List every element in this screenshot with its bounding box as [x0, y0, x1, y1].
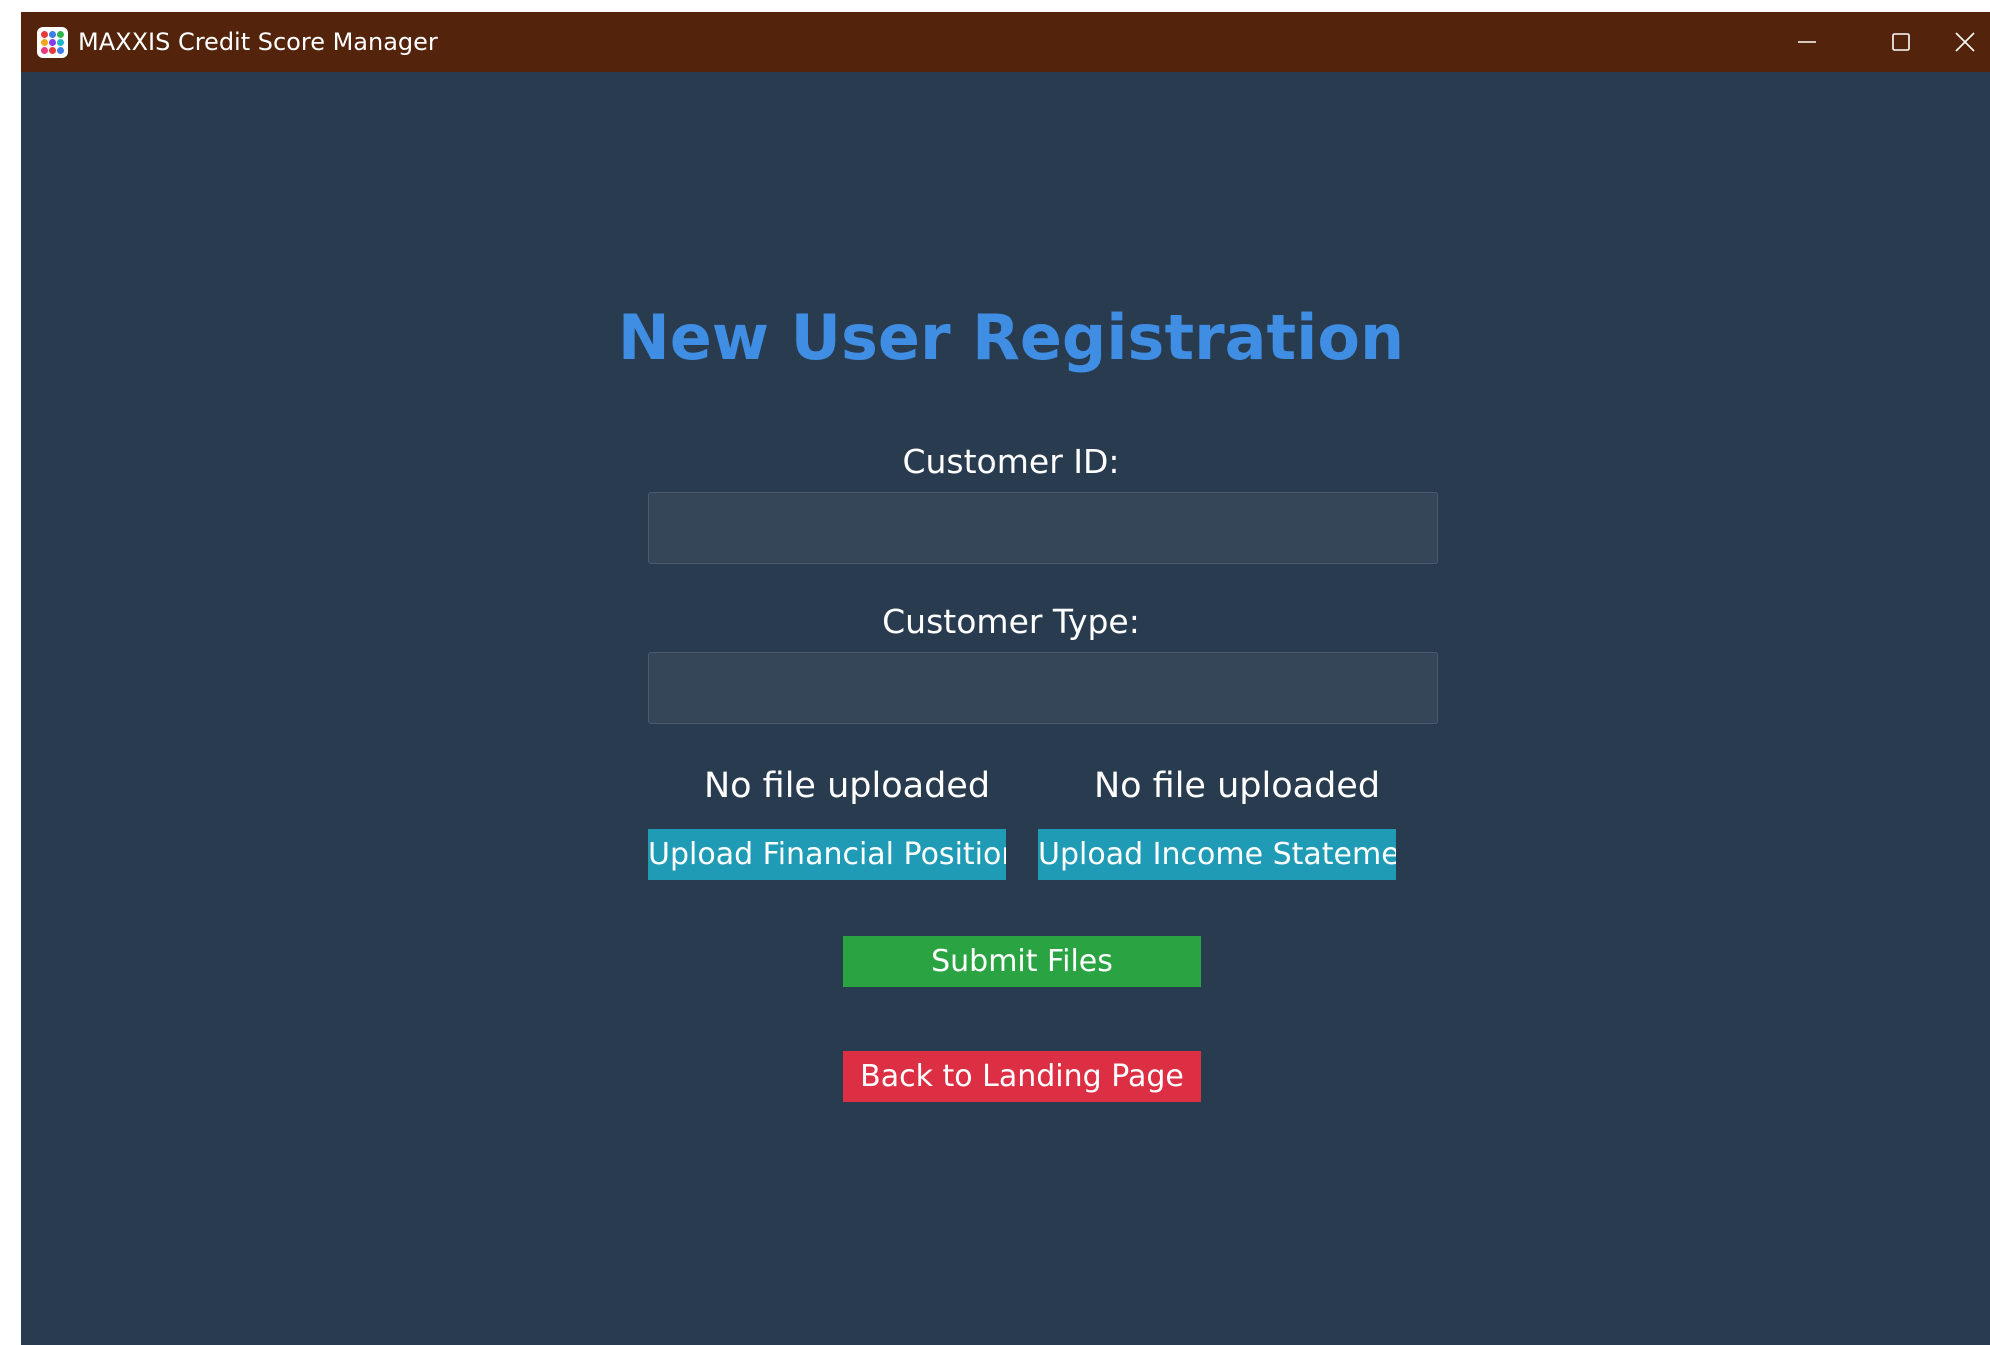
upload-financial-position-button[interactable]: Upload Financial Position	[648, 829, 1006, 880]
submit-files-button[interactable]: Submit Files	[843, 936, 1201, 987]
minimize-icon	[1798, 41, 1816, 43]
close-icon	[1955, 32, 1975, 52]
page-title: New User Registration	[617, 301, 1405, 374]
income-statement-file-status: No file uploaded	[1093, 766, 1381, 806]
app-window: MAXXIS Credit Score Manager New User Reg…	[21, 12, 1990, 1345]
minimize-button[interactable]	[1763, 12, 1851, 72]
maximize-icon	[1892, 33, 1910, 51]
title-bar[interactable]: MAXXIS Credit Score Manager	[21, 12, 1990, 72]
maximize-button[interactable]	[1857, 12, 1945, 72]
back-to-landing-page-button[interactable]: Back to Landing Page	[843, 1051, 1201, 1102]
customer-id-label: Customer ID:	[902, 442, 1120, 481]
window-title: MAXXIS Credit Score Manager	[78, 28, 438, 56]
customer-id-input[interactable]	[648, 492, 1438, 564]
upload-income-statement-button[interactable]: Upload Income Statement	[1038, 829, 1396, 880]
close-button[interactable]	[1949, 12, 1990, 72]
customer-type-label: Customer Type:	[882, 602, 1140, 641]
app-icon	[37, 27, 68, 58]
customer-type-input[interactable]	[648, 652, 1438, 724]
desktop-edge	[0, 0, 21, 1345]
financial-position-file-status: No file uploaded	[703, 766, 991, 806]
